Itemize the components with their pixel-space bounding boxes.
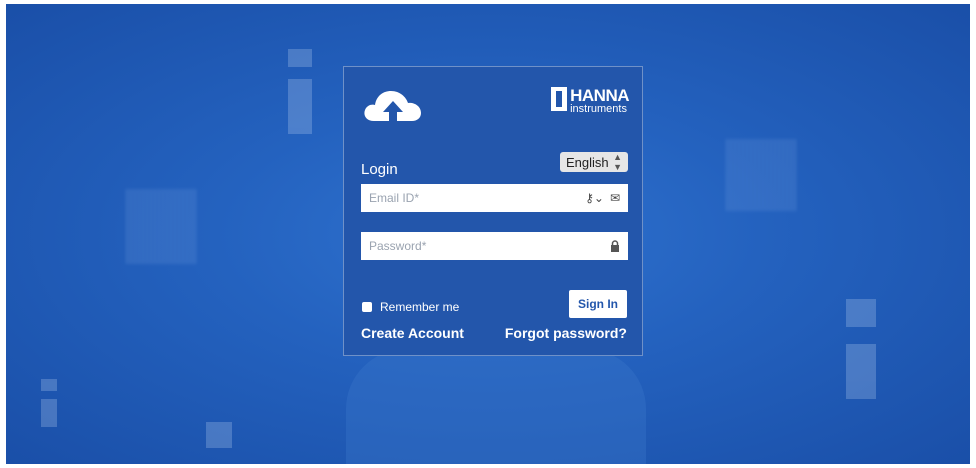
language-select[interactable]: English ▲ ▼	[560, 152, 628, 172]
brand-mark	[551, 87, 568, 111]
password-input[interactable]	[369, 239, 604, 253]
decorative-i-logo	[268, 49, 328, 139]
cloud-upload-icon	[364, 91, 421, 121]
login-title: Login	[361, 161, 398, 178]
decorative-i-logo	[816, 299, 906, 404]
decorative-i-logo	[31, 379, 71, 429]
login-card: HANNA instruments Login English ▲▼ ⚷⌄ ✉ …	[343, 66, 643, 356]
email-field[interactable]: ⚷⌄ ✉	[361, 184, 628, 212]
brand-name: HANNA	[570, 86, 629, 105]
hanna-instruments-logo: HANNA instruments	[551, 87, 629, 115]
remember-label: Remember me	[380, 300, 460, 314]
decorative-i-logo	[726, 139, 796, 211]
remember-checkbox[interactable]	[362, 302, 372, 312]
remember-me[interactable]: Remember me	[362, 300, 459, 314]
email-input[interactable]	[369, 191, 580, 205]
envelope-icon: ✉	[609, 191, 620, 205]
sign-in-button[interactable]: Sign In	[569, 290, 627, 318]
lock-icon	[611, 240, 619, 252]
select-arrows-icon: ▲ ▼	[613, 152, 622, 172]
decorative-i-logo	[186, 414, 256, 464]
forgot-password-link[interactable]: Forgot password?	[505, 325, 627, 341]
language-value: English	[566, 154, 609, 170]
decorative-i-logo	[126, 189, 196, 264]
brand-sub: instruments	[570, 103, 627, 115]
password-field[interactable]	[361, 232, 628, 260]
key-icon[interactable]: ⚷⌄	[585, 191, 604, 205]
decorative-cloud-shape	[346, 349, 646, 464]
create-account-link[interactable]: Create Account	[361, 325, 464, 341]
